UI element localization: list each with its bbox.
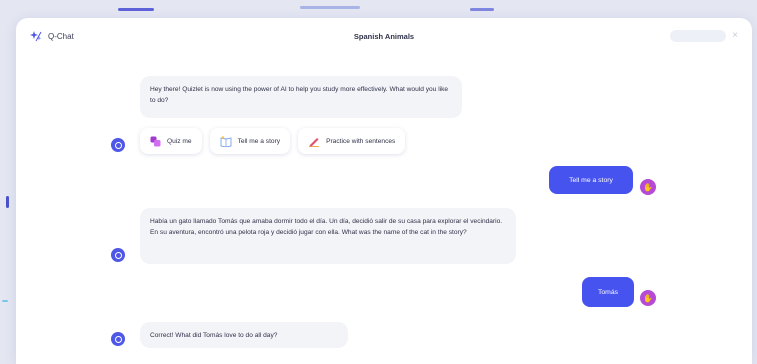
hand-icon: ✋	[643, 182, 653, 192]
message-text: Había un gato llamado Tomás que amaba do…	[150, 218, 503, 236]
book-icon	[220, 135, 232, 147]
close-icon[interactable]: ×	[732, 30, 738, 42]
q-logo-icon	[114, 335, 122, 343]
user-message: Tell me a story	[549, 166, 633, 194]
q-logo-icon	[114, 141, 122, 149]
q-logo-icon	[114, 251, 122, 259]
background-decoration	[2, 300, 8, 302]
window-title: Spanish Animals	[353, 32, 415, 41]
quiz-me-button[interactable]: Quiz me	[140, 128, 202, 154]
background-decoration	[470, 8, 494, 11]
background-decoration	[300, 6, 360, 9]
option-label: Quiz me	[167, 137, 192, 145]
hand-icon: ✋	[643, 293, 653, 303]
option-label: Tell me a story	[237, 137, 281, 145]
tell-me-a-story-button[interactable]: Tell me a story	[209, 128, 291, 154]
bot-avatar	[111, 248, 125, 262]
practice-with-sentences-button[interactable]: Practice with sentences	[298, 128, 406, 154]
user-avatar: ✋	[640, 179, 656, 195]
user-message: Tomás	[582, 277, 634, 307]
bot-avatar	[111, 332, 125, 346]
user-avatar: ✋	[640, 290, 656, 306]
option-label: Practice with sentences	[326, 137, 396, 145]
message-text: Tomás	[597, 288, 619, 296]
quiz-icon	[150, 136, 161, 147]
suggested-actions: Quiz me Tell me a story Practice with se…	[140, 128, 406, 154]
message-text: Correct! What did Tomás love to do all d…	[150, 332, 278, 339]
background-decoration	[6, 196, 9, 208]
bot-message: Hey there! Quizlet is now using the powe…	[140, 76, 462, 118]
chat-window: Q-Chat Spanish Animals × Hey there! Quiz…	[16, 18, 752, 364]
title-bar: Q-Chat Spanish Animals ×	[16, 18, 752, 56]
bot-message: Había un gato llamado Tomás que amaba do…	[140, 208, 516, 264]
bot-message: Correct! What did Tomás love to do all d…	[140, 322, 348, 348]
pencil-icon	[308, 136, 320, 147]
bot-avatar	[111, 138, 125, 152]
top-right-controls: ×	[670, 30, 738, 42]
message-text: Hey there! Quizlet is now using the powe…	[150, 86, 449, 104]
header-control[interactable]	[670, 30, 727, 42]
background-decoration	[118, 8, 154, 11]
message-text: Tell me a story	[569, 176, 613, 184]
